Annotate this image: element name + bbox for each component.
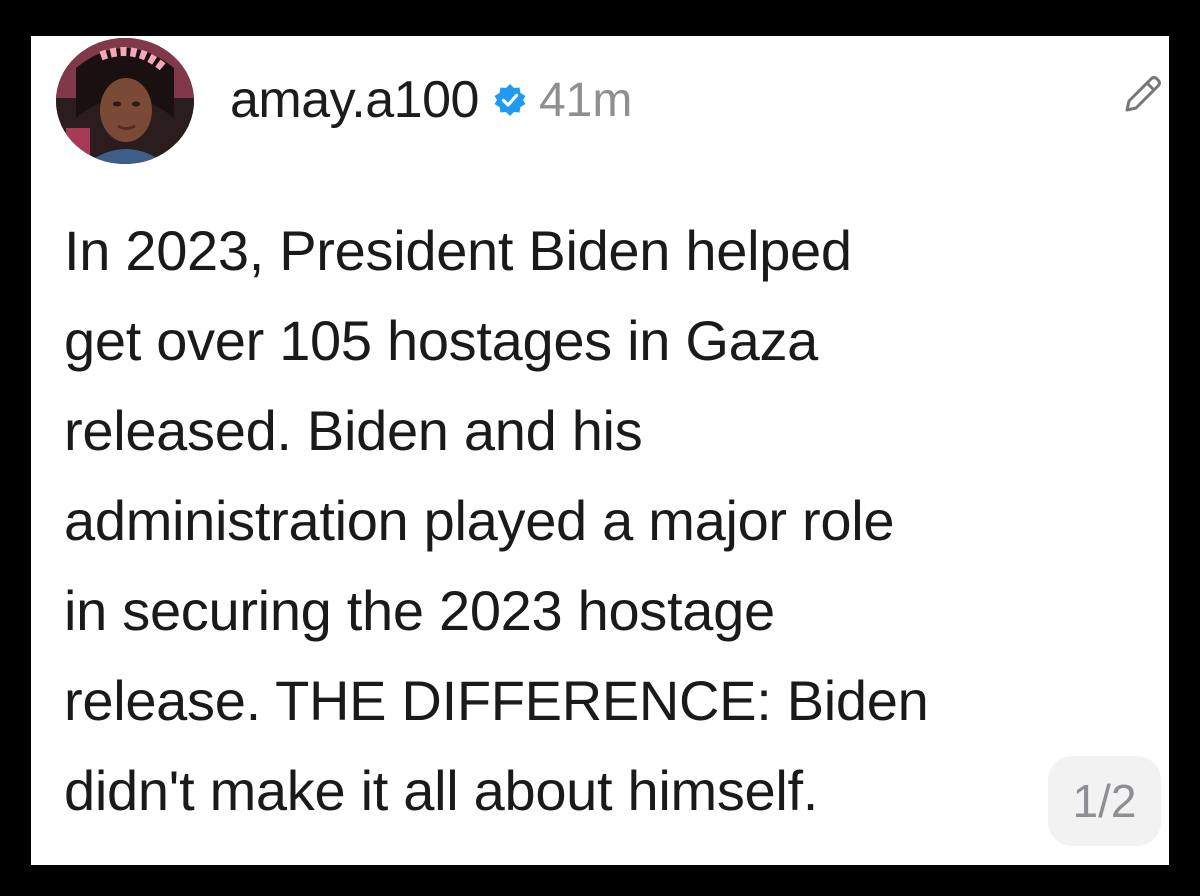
post-timestamp: 41m — [538, 73, 633, 127]
profile-photo — [56, 38, 194, 164]
post-text-line: released. Biden and his — [64, 399, 643, 462]
post-header: amay.a100 41m — [230, 60, 632, 140]
post-text: In 2023, President Biden helped get over… — [64, 206, 1154, 836]
pencil-icon[interactable] — [1119, 70, 1167, 118]
post-card: amay.a100 41m In 2023, President Biden h… — [31, 36, 1169, 865]
verified-badge-icon — [493, 83, 527, 117]
post-text-line: release. THE DIFFERENCE: Biden — [64, 669, 929, 732]
page-indicator: 1/2 — [1048, 756, 1161, 846]
avatar[interactable] — [56, 38, 194, 164]
username[interactable]: amay.a100 — [230, 70, 479, 130]
post-text-line: administration played a major role — [64, 489, 895, 552]
post-text-line: in securing the 2023 hostage — [64, 579, 775, 642]
post-text-line: In 2023, President Biden helped — [64, 219, 852, 282]
post-text-line: get over 105 hostages in Gaza — [64, 309, 819, 372]
post-text-line: didn't make it all about himself. — [64, 759, 819, 822]
